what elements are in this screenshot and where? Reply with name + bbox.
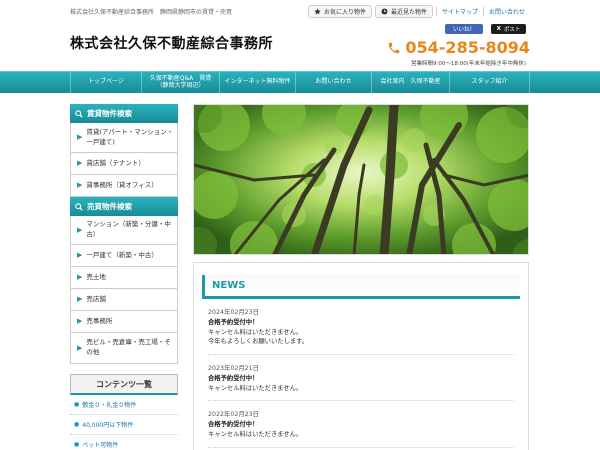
arrow-right-icon: ▶ <box>77 159 83 168</box>
nav-item-label: スタッフ紹介 <box>471 78 508 86</box>
sidebar: 賃貸物件検索 ▶ 賃貸(アパート・マンション・一戸建て) ▶ 貸店舗（テナント） ▶… <box>70 104 178 450</box>
facebook-like-label: いいね！ <box>452 27 475 33</box>
sidebar-item-sale-office[interactable]: ▶ 売事務所 <box>70 311 178 333</box>
sidebar-item-rent-residential[interactable]: ▶ 賃貸(アパート・マンション・一戸建て) <box>70 123 178 153</box>
contents-item-label: ペット可物件 <box>82 442 119 449</box>
contents-item-pet-ok[interactable]: ● ペット可物件 <box>70 435 178 450</box>
sidebar-item-label: 売店舗 <box>86 294 106 303</box>
news-line: キャンセル料はいただきません。 <box>208 328 303 336</box>
news-title: 合格予約受付中！ <box>208 318 259 326</box>
contents-item-no-deposit[interactable]: ● 敷金０・礼金０物件 <box>70 395 178 415</box>
news-line: 今年もよろしくお願いいたします。 <box>208 338 309 346</box>
site-title[interactable]: 株式会社久保不動産綜合事務所 <box>70 33 273 53</box>
rent-search-title: 賃貸物件検索 <box>87 109 132 118</box>
news-heading: NEWS <box>202 275 520 299</box>
arrow-right-icon: ▶ <box>77 225 83 234</box>
sidebar-item-label: 一戸建て（新築・中古） <box>86 250 158 259</box>
sidebar-item-rent-store[interactable]: ▶ 貸店舗（テナント） <box>70 153 178 175</box>
rent-search-heading: 賃貸物件検索 <box>70 104 178 123</box>
news-date: 2023年02月21日 <box>208 365 259 372</box>
sidebar-item-label: 貸事務所（貸オフィス） <box>86 180 158 189</box>
nav-item-contact[interactable]: お問い合わせ <box>296 72 372 93</box>
phone-icon <box>389 42 400 53</box>
sitemap-link[interactable]: サイトマップ <box>435 7 483 16</box>
arrow-right-icon: ▶ <box>77 317 83 326</box>
sidebar-item-label: 売ビル・売倉庫・売工場・その他 <box>86 338 171 356</box>
arrow-right-icon: ▶ <box>77 251 83 260</box>
sidebar-item-sale-building[interactable]: ▶ 売ビル・売倉庫・売工場・その他 <box>70 333 178 364</box>
x-post-label: ポスト <box>503 27 521 33</box>
news-line: キャンセル料はいただきません。 <box>208 430 303 438</box>
contact-link[interactable]: お問い合わせ <box>482 7 530 16</box>
hero-forest-image <box>193 104 529 255</box>
nav-item-label: インターネット無料物件 <box>224 78 291 86</box>
nav-item-internet-free[interactable]: インターネット無料物件 <box>220 72 296 93</box>
x-post-button[interactable]: X ポスト <box>491 24 526 34</box>
news-title: 合格予約受付中！ <box>208 374 259 382</box>
sidebar-item-rent-office[interactable]: ▶ 貸事務所（貸オフィス） <box>70 175 178 197</box>
recent-label: 最近見た物件 <box>390 9 427 16</box>
sidebar-item-label: 売事務所 <box>86 316 113 325</box>
news-date: 2022年02月23日 <box>208 411 259 419</box>
favorites-button[interactable]: お気に入り物件 <box>307 5 372 18</box>
nav-item-label: トップページ <box>88 78 124 86</box>
nav-item-top[interactable]: トップページ <box>70 72 142 93</box>
contents-item-label: 40,000円以下物件 <box>82 422 134 429</box>
news-date: 2024年02月23日 <box>208 309 259 316</box>
search-icon <box>75 109 83 118</box>
sidebar-item-sale-house[interactable]: ▶ 一戸建て（新築・中古） <box>70 245 178 267</box>
nav-item-staff[interactable]: スタッフ紹介 <box>450 72 530 93</box>
bullet-icon: ● <box>74 401 80 408</box>
arrow-right-icon: ▶ <box>77 133 83 142</box>
nav-item-label: 久保不動産Q&A 賃貸 （静岡大学周辺） <box>149 74 212 89</box>
nav-item-company[interactable]: 会社案内 久保不動産 <box>372 72 450 93</box>
news-item[interactable]: 2024年02月23日 合格予約受付中！ キャンセル料はいただきません。 今年も… <box>208 299 514 355</box>
bullet-icon: ● <box>74 421 80 428</box>
phone-number[interactable]: 054-285-8094 <box>387 38 530 57</box>
search-icon <box>75 202 83 211</box>
arrow-right-icon: ▶ <box>77 343 83 352</box>
forest-canopy-illustration <box>194 105 528 254</box>
contents-item-under-40000[interactable]: ● 40,000円以下物件 <box>70 415 178 435</box>
nav-item-label: 会社案内 久保不動産 <box>380 78 441 86</box>
news-item[interactable]: 2022年02月23日 合格予約受付中！ キャンセル料はいただきません。 <box>208 401 514 448</box>
global-nav: トップページ 久保不動産Q&A 賃貸 （静岡大学周辺） インターネット無料物件 … <box>0 71 600 93</box>
favorites-label: お気に入り物件 <box>323 9 366 16</box>
business-hours: 営業時間9:00～18:00(年末年始除き年中無休) <box>411 61 526 67</box>
sale-search-heading: 売買物件検索 <box>70 197 178 216</box>
top-links: お気に入り物件 最近見た物件 サイトマップ お問い合わせ <box>307 5 530 18</box>
sidebar-item-sale-mansion[interactable]: ▶ マンション（新築・分譲・中古） <box>70 216 178 245</box>
nav-item-label: お問い合わせ <box>315 78 352 86</box>
arrow-right-icon: ▶ <box>77 273 83 282</box>
phone-label: 054-285-8094 <box>405 38 530 57</box>
contents-item-label: 敷金０・礼金０物件 <box>82 402 137 409</box>
news-line: キャンセル料はいただきません。 <box>208 384 303 392</box>
sidebar-item-label: 売土地 <box>86 272 106 281</box>
sidebar-item-label: 賃貸(アパート・マンション・一戸建て) <box>86 127 174 146</box>
nav-item-qa[interactable]: 久保不動産Q&A 賃貸 （静岡大学周辺） <box>142 72 220 93</box>
sidebar-item-label: 貸店舗（テナント） <box>86 158 145 167</box>
sale-search-title: 売買物件検索 <box>87 202 132 211</box>
bullet-icon: ● <box>74 441 80 448</box>
arrow-right-icon: ▶ <box>77 295 83 304</box>
site-tagline: 株式会社久保不動産綜合事務所 静岡県静岡市の賃貸・売買 <box>70 9 233 16</box>
news-title: 合格予約受付中！ <box>208 421 259 428</box>
sidebar-item-label: マンション（新築・分譲・中古） <box>86 220 171 238</box>
star-icon <box>314 8 321 15</box>
news-item[interactable]: 2023年02月21日 合格予約受付中！ キャンセル料はいただきません。 <box>208 355 514 402</box>
sidebar-item-sale-land[interactable]: ▶ 売土地 <box>70 267 178 289</box>
x-icon: X <box>496 26 501 32</box>
arrow-right-icon: ▶ <box>77 181 83 190</box>
contents-heading: コンテンツ一覧 <box>70 374 178 395</box>
facebook-like-button[interactable]: いいね！ <box>445 24 483 34</box>
clock-icon <box>381 8 388 15</box>
news-section: NEWS 2024年02月23日 合格予約受付中！ キャンセル料はいただきません… <box>193 262 529 450</box>
recent-button[interactable]: 最近見た物件 <box>374 5 433 18</box>
sidebar-item-sale-store[interactable]: ▶ 売店舗 <box>70 289 178 311</box>
